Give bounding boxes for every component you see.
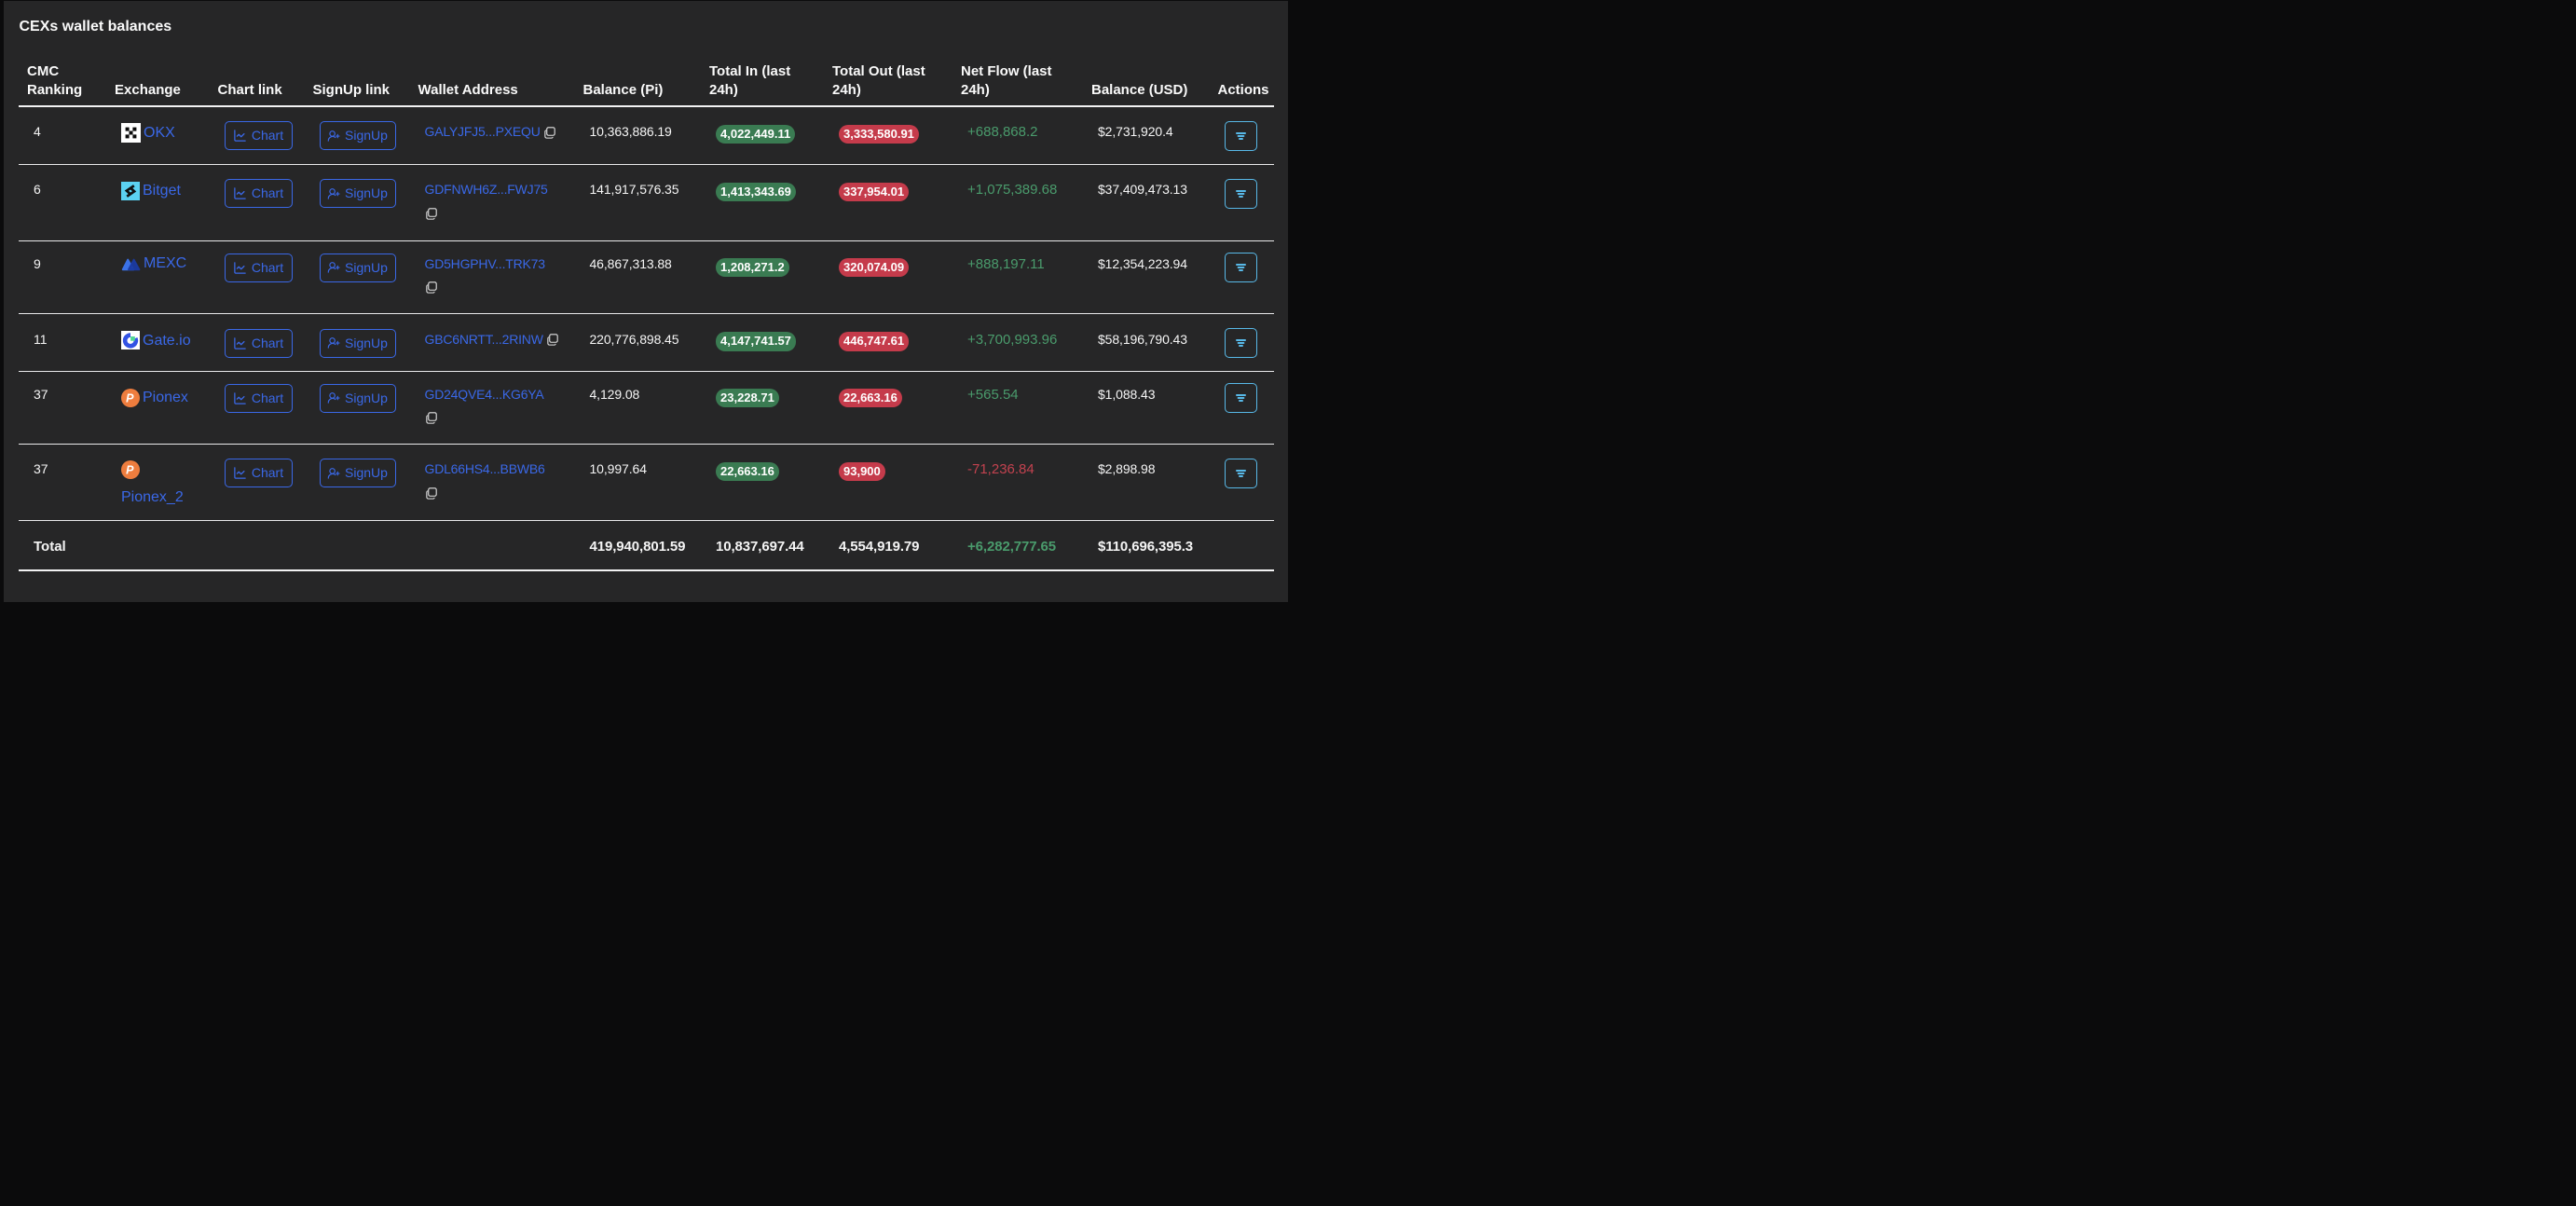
svg-text:P: P (126, 463, 134, 476)
svg-text:P: P (126, 391, 134, 404)
